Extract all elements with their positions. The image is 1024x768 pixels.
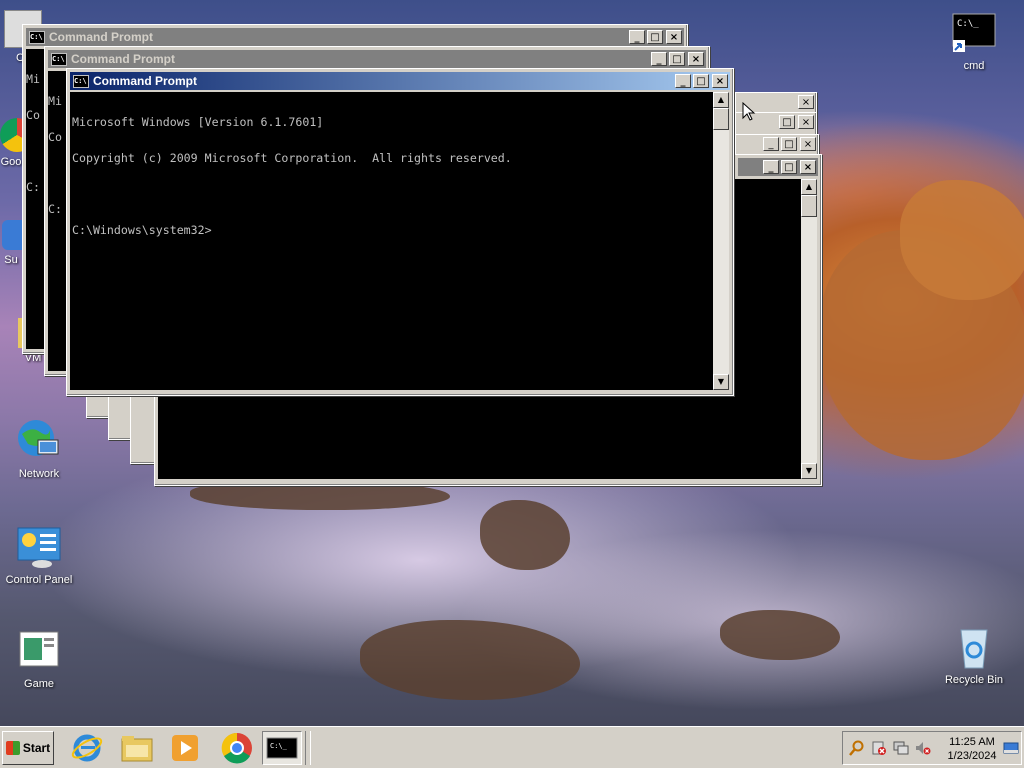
- clock-time: 11:25 AM: [949, 736, 995, 748]
- command-prompt-icon: C:\_: [266, 737, 298, 759]
- clock[interactable]: 11:25 AM 1/23/2024: [943, 735, 1001, 763]
- maximize-button[interactable]: □: [693, 74, 709, 88]
- scenery-rocks: [480, 500, 570, 570]
- vertical-scrollbar[interactable]: ▲ ▼: [801, 179, 817, 479]
- close-button[interactable]: ×: [688, 52, 704, 66]
- game-icon: [16, 628, 62, 674]
- desktop-icon-label: Game: [24, 678, 54, 690]
- desktop-icon-recycle-bin[interactable]: Recycle Bin: [935, 624, 1013, 686]
- volume-muted-icon[interactable]: [915, 740, 931, 756]
- maximize-button[interactable]: □: [647, 30, 663, 44]
- window-controls: _ □ ×: [761, 137, 816, 151]
- chrome-icon[interactable]: [220, 731, 254, 765]
- minimize-button[interactable]: _: [763, 137, 779, 151]
- maximize-button[interactable]: □: [781, 137, 797, 151]
- control-panel-icon: [16, 524, 62, 570]
- minimize-button[interactable]: _: [763, 160, 779, 174]
- scroll-down-button[interactable]: ▼: [801, 463, 817, 479]
- clock-date: 1/23/2024: [947, 750, 997, 762]
- desktop: C Goo Su VM Network Control Panel Game C…: [0, 0, 1024, 726]
- cmd-window-icon: C:\: [73, 74, 89, 88]
- media-player-icon[interactable]: [168, 731, 202, 765]
- title-bar[interactable]: C:\ Command Prompt _ □ ×: [48, 50, 706, 68]
- minimize-button[interactable]: _: [629, 30, 645, 44]
- scroll-down-button[interactable]: ▼: [713, 374, 729, 390]
- close-button[interactable]: ×: [798, 115, 814, 129]
- close-button[interactable]: ×: [666, 30, 682, 44]
- taskbar-divider: [305, 731, 311, 765]
- maximize-button[interactable]: □: [779, 115, 795, 129]
- recycle-bin-icon: [951, 624, 997, 670]
- show-desktop-icon[interactable]: [1003, 740, 1019, 756]
- close-button[interactable]: ×: [800, 160, 816, 174]
- console-line: Copyright (c) 2009 Microsoft Corporation…: [72, 151, 512, 165]
- network-error-icon[interactable]: [871, 740, 887, 756]
- taskbar: Start C:\_ 11:25 AM 1/23/2024: [0, 726, 1024, 768]
- desktop-icon-game[interactable]: Game: [0, 628, 78, 690]
- start-label: Start: [22, 741, 51, 755]
- vertical-scrollbar[interactable]: ▲ ▼: [713, 92, 729, 390]
- window-title: Command Prompt: [71, 52, 176, 66]
- cmd-window-icon: C:\: [29, 30, 45, 44]
- cmd-window-icon: C:\: [51, 52, 67, 66]
- desktop-icon-control-panel[interactable]: Control Panel: [0, 524, 78, 586]
- command-prompt-window-active[interactable]: C:\ Command Prompt _ □ × Microsoft Windo…: [66, 68, 734, 396]
- window-controls: ×: [795, 95, 814, 109]
- desktop-icon-label: cmd: [963, 60, 985, 72]
- minimize-button[interactable]: _: [651, 52, 667, 66]
- window-controls: _ □ ×: [761, 160, 816, 174]
- internet-explorer-icon[interactable]: [70, 731, 104, 765]
- command-prompt-taskbar-button[interactable]: C:\_: [262, 731, 302, 765]
- window-title: Command Prompt: [93, 74, 198, 88]
- maximize-button[interactable]: □: [669, 52, 685, 66]
- start-button[interactable]: Start: [2, 731, 54, 765]
- desktop-icon-network[interactable]: Network: [0, 418, 78, 480]
- desktop-icon-label: Network: [18, 468, 60, 480]
- window-controls: _ □ ×: [649, 52, 704, 66]
- system-tray: 11:25 AM 1/23/2024: [842, 731, 1022, 765]
- display-icon[interactable]: [893, 740, 909, 756]
- cmd-shortcut-icon: C:\_: [951, 10, 997, 56]
- title-bar[interactable]: _ □ ×: [738, 158, 818, 176]
- minimize-button[interactable]: _: [675, 74, 691, 88]
- console-line: Microsoft Windows [Version 6.1.7601]: [72, 115, 324, 129]
- scenery-cliff-top: [900, 180, 1024, 300]
- scroll-thumb[interactable]: [801, 195, 817, 217]
- title-bar[interactable]: C:\ Command Prompt _ □ ×: [70, 72, 730, 90]
- close-button[interactable]: ×: [800, 137, 816, 151]
- desktop-icon-cmd[interactable]: C:\_ cmd: [935, 10, 1013, 72]
- scenery-rocks: [360, 620, 580, 700]
- window-controls: □ ×: [777, 115, 814, 129]
- scroll-up-button[interactable]: ▲: [801, 179, 817, 195]
- close-button[interactable]: ×: [798, 95, 814, 109]
- scroll-up-button[interactable]: ▲: [713, 92, 729, 108]
- maximize-button[interactable]: □: [781, 160, 797, 174]
- windows-logo-icon: [5, 741, 20, 755]
- scroll-thumb[interactable]: [713, 108, 729, 130]
- title-bar[interactable]: C:\ Command Prompt _ □ ×: [26, 28, 684, 46]
- window-controls: _ □ ×: [627, 30, 682, 44]
- window-title: Command Prompt: [49, 30, 154, 44]
- console-output[interactable]: Microsoft Windows [Version 6.1.7601] Cop…: [70, 92, 713, 390]
- network-globe-icon: [16, 418, 62, 464]
- close-button[interactable]: ×: [712, 74, 728, 88]
- file-explorer-icon[interactable]: [120, 731, 154, 765]
- mouse-cursor-icon: [742, 102, 756, 121]
- scenery-rocks: [720, 610, 840, 660]
- svg-text:C:\_: C:\_: [957, 19, 979, 29]
- svg-text:C:\_: C:\_: [270, 742, 288, 750]
- console-prompt[interactable]: C:\Windows\system32>: [72, 224, 711, 236]
- desktop-icon-label: Recycle Bin: [944, 674, 1004, 686]
- desktop-icon-label: Control Panel: [5, 574, 73, 586]
- window-controls: _ □ ×: [673, 74, 728, 88]
- search-icon[interactable]: [849, 740, 865, 756]
